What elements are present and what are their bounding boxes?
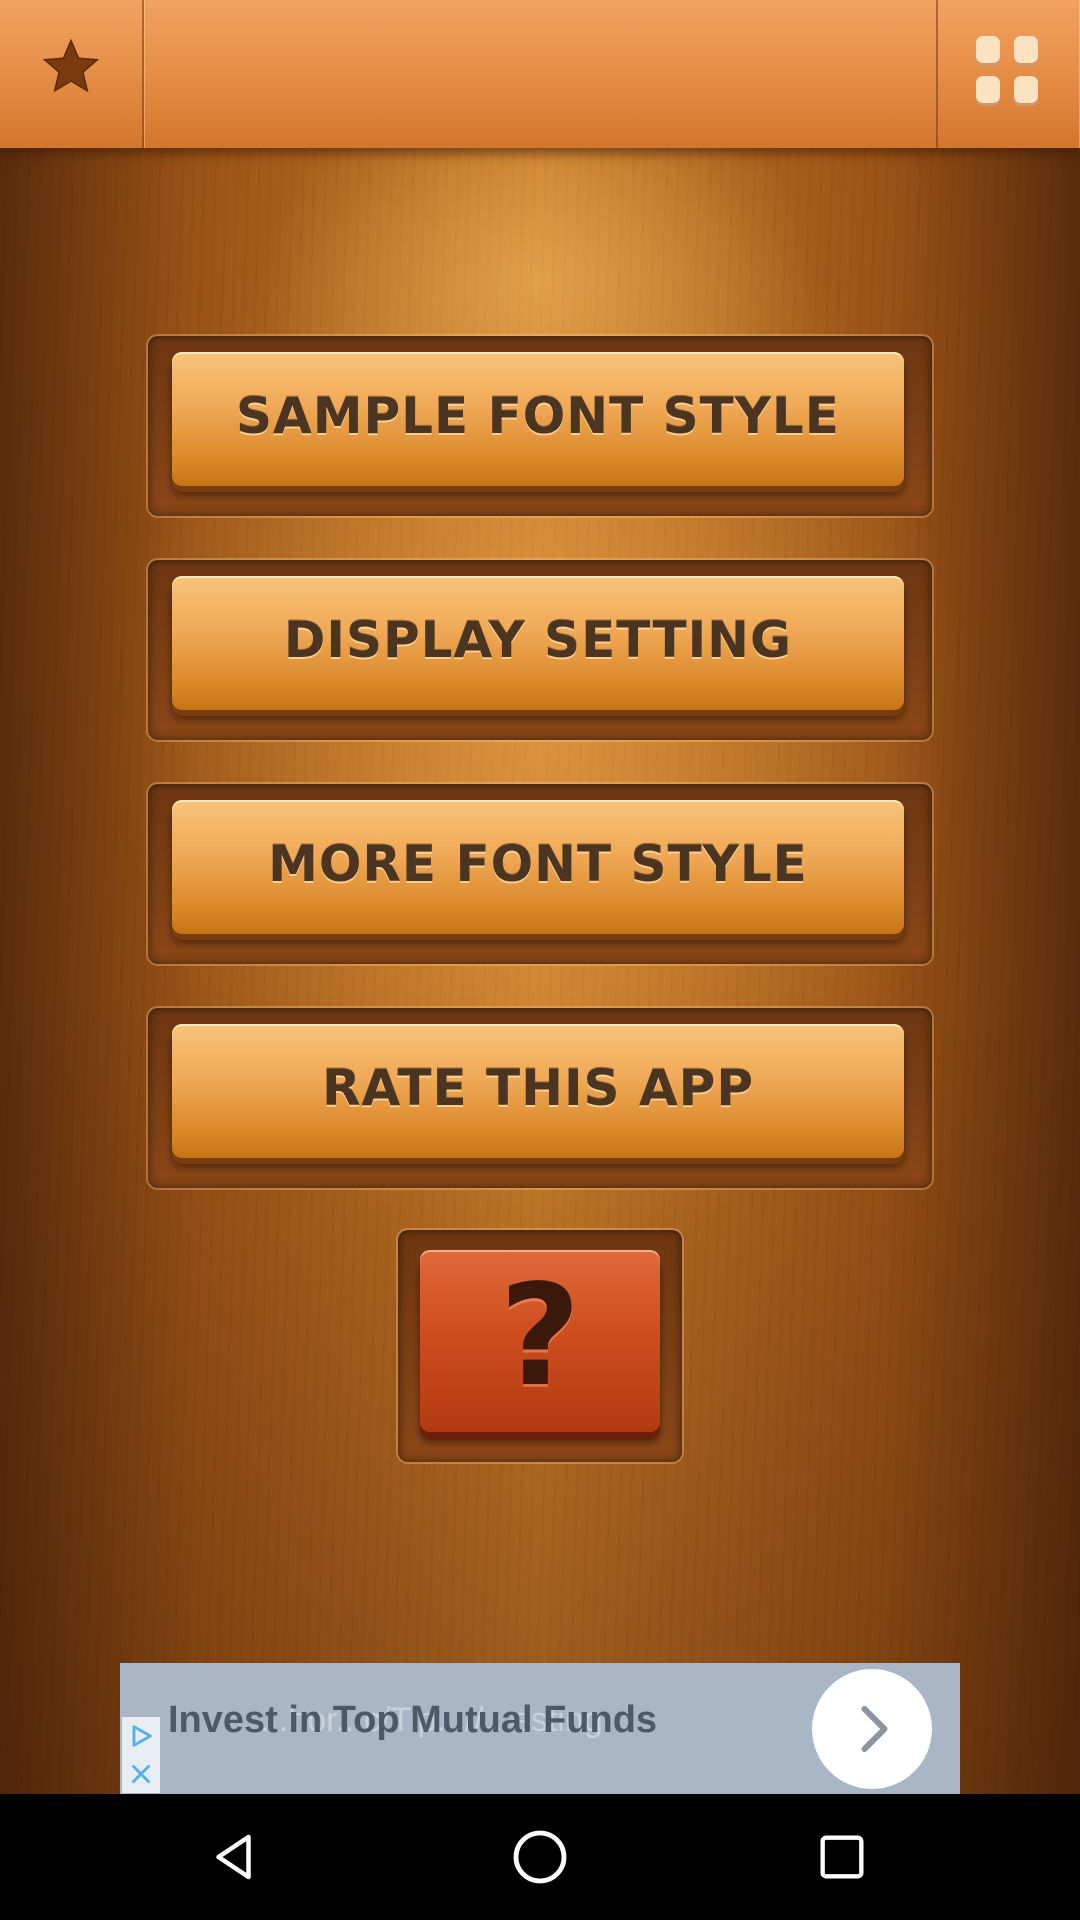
- menu-frame-more-font-style: MORE FONT STYLE: [148, 784, 932, 964]
- menu-frame-rate-this-app: RATE THIS APP: [148, 1008, 932, 1188]
- favorite-button[interactable]: [0, 0, 144, 148]
- chevron-right-icon: [861, 1706, 888, 1752]
- top-bar: [0, 0, 1080, 148]
- recents-square-icon: [820, 1835, 864, 1879]
- ad-arrow-button[interactable]: [812, 1669, 932, 1789]
- help-frame: ?: [398, 1230, 682, 1462]
- question-mark-icon: ?: [499, 1255, 581, 1418]
- menu-frame-display-setting: DISPLAY SETTING: [148, 560, 932, 740]
- ad-banner[interactable]: ...hor...c/Tip...//...esting Invest in T…: [120, 1663, 960, 1794]
- menu-frame-sample-font-style: SAMPLE FONT STYLE: [148, 336, 932, 516]
- more-font-style-button[interactable]: MORE FONT STYLE: [172, 800, 904, 934]
- home-circle-icon: [513, 1830, 567, 1884]
- menu-grid-button[interactable]: [936, 0, 1080, 148]
- home-button[interactable]: [500, 1817, 580, 1897]
- ad-headline[interactable]: Invest in Top Mutual Funds: [168, 1699, 657, 1742]
- rate-this-app-label: RATE THIS APP: [322, 1059, 754, 1117]
- help-button[interactable]: ?: [420, 1250, 660, 1432]
- display-setting-button[interactable]: DISPLAY SETTING: [172, 576, 904, 710]
- rate-this-app-button[interactable]: RATE THIS APP: [172, 1024, 904, 1158]
- sample-font-style-label: SAMPLE FONT STYLE: [236, 387, 840, 445]
- more-font-style-label: MORE FONT STYLE: [268, 835, 808, 893]
- play-icon[interactable]: [122, 1717, 160, 1755]
- grid-icon: [976, 36, 1042, 108]
- star-icon: [42, 38, 100, 93]
- back-triangle-icon: [216, 1834, 251, 1880]
- app-screen: SAMPLE FONT STYLE DISPLAY SETTING MORE F…: [0, 0, 1080, 1794]
- close-icon[interactable]: [122, 1755, 160, 1793]
- recents-button[interactable]: [802, 1817, 882, 1897]
- back-button[interactable]: [196, 1817, 276, 1897]
- display-setting-label: DISPLAY SETTING: [283, 611, 793, 669]
- sample-font-style-button[interactable]: SAMPLE FONT STYLE: [172, 352, 904, 486]
- system-nav-bar: [0, 1794, 1080, 1920]
